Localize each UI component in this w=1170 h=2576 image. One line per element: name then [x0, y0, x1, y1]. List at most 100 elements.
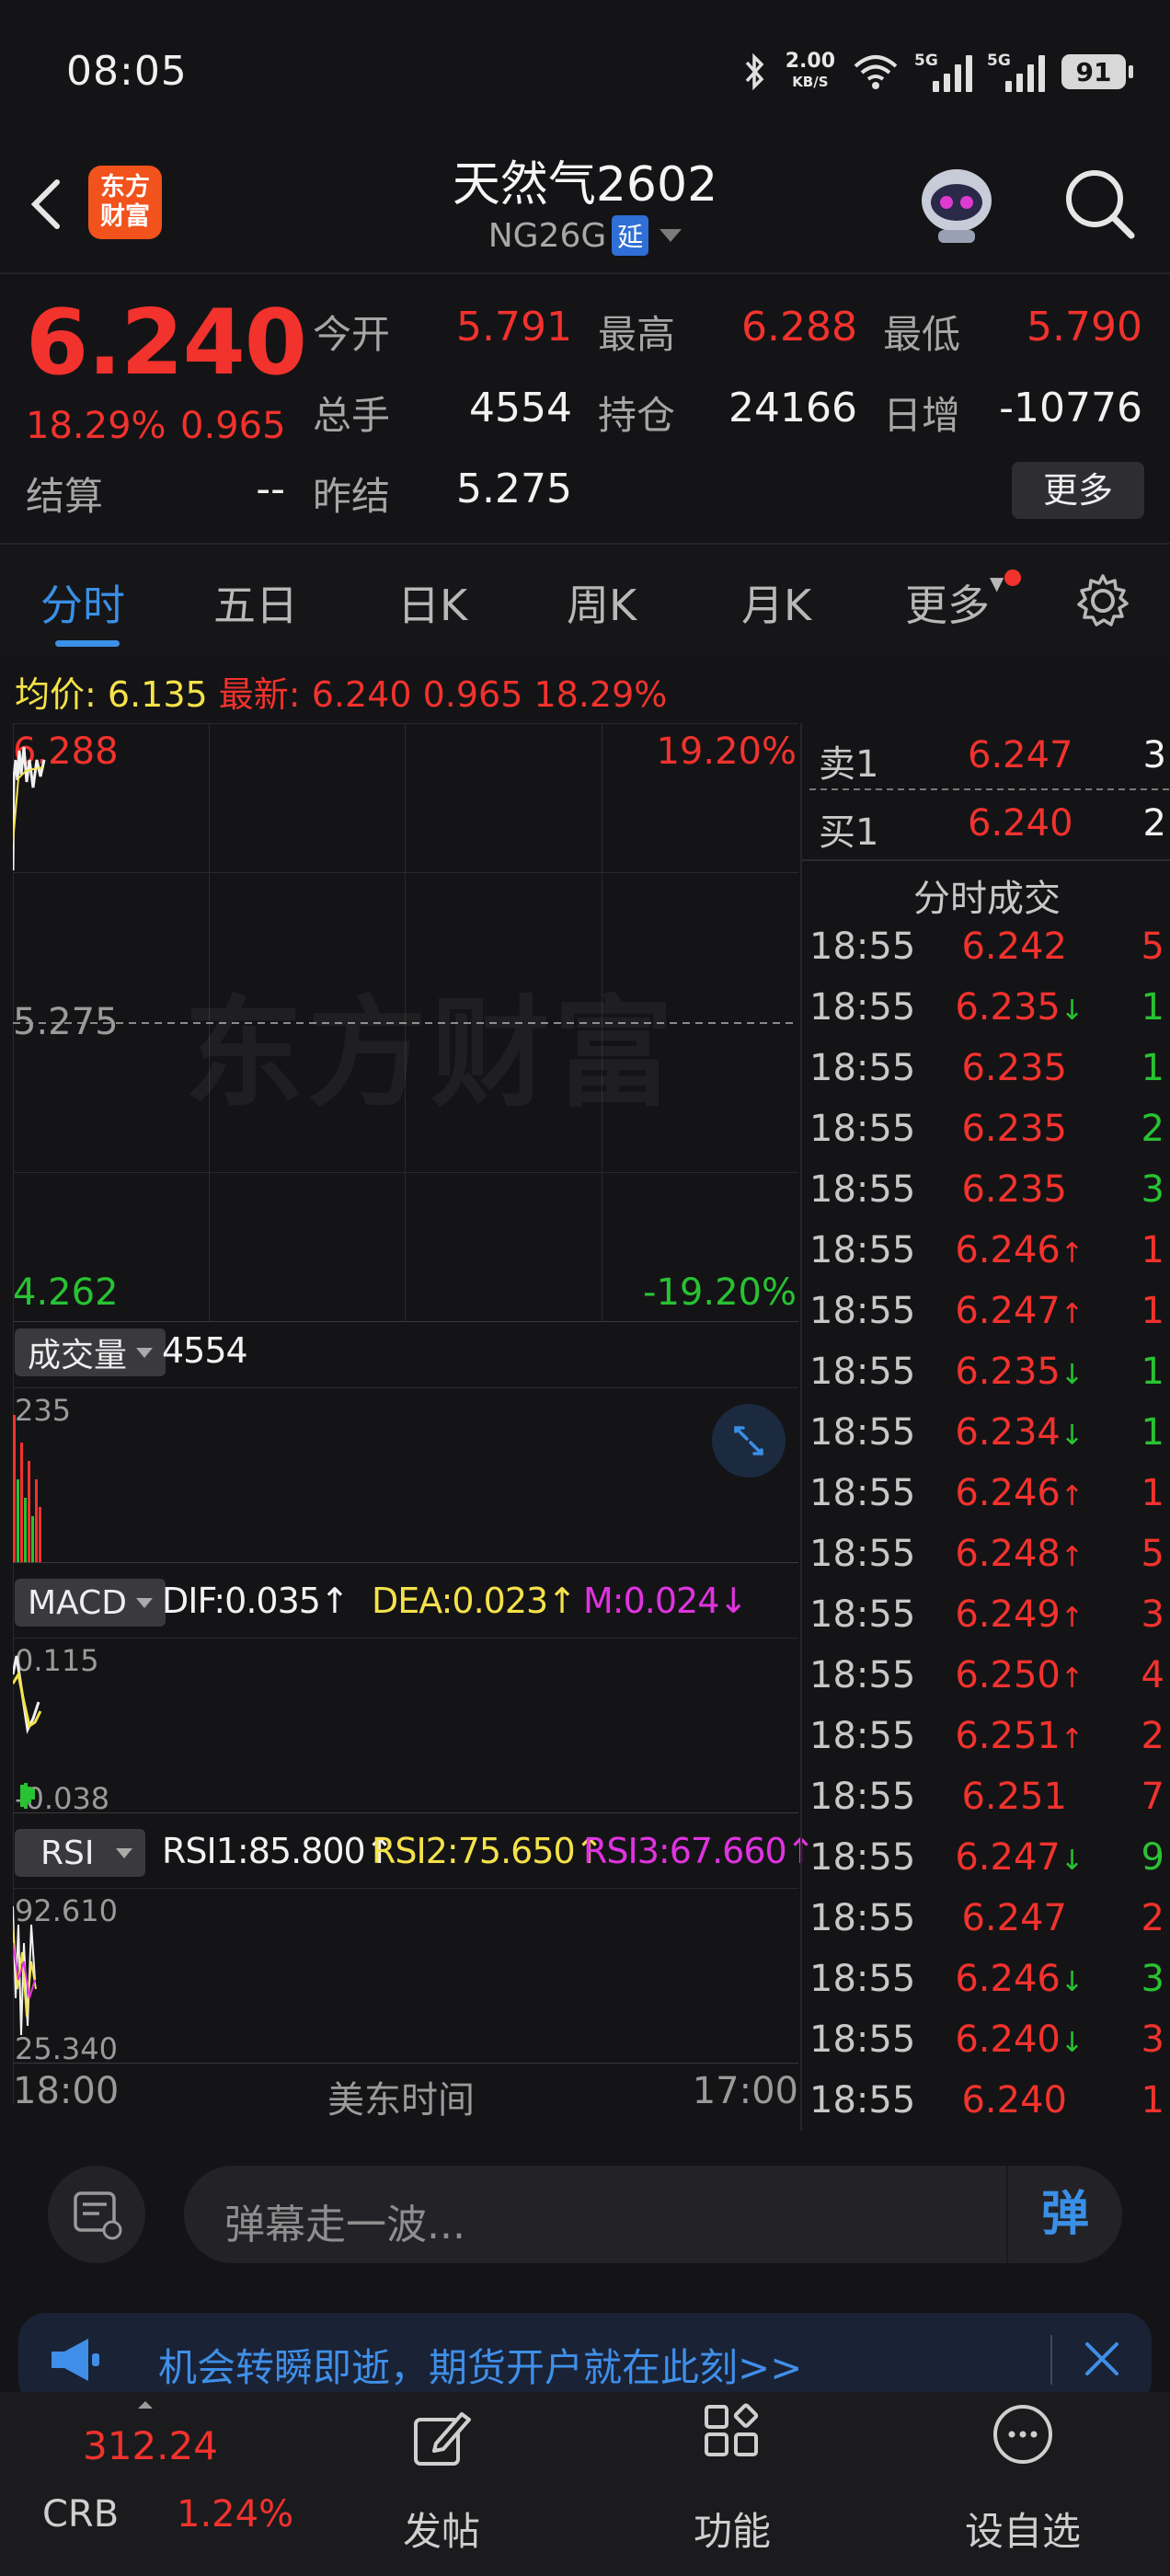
- ask-volume: 3: [1142, 734, 1166, 776]
- trade-price: 6.235: [961, 1168, 1084, 1211]
- trade-price-value: 6.235: [961, 1168, 1067, 1211]
- trade-time: 18:55: [809, 1229, 916, 1271]
- trade-price-value: 6.235: [955, 986, 1061, 1029]
- grid-line: [13, 1888, 798, 1889]
- trade-price-value: 6.247: [955, 1836, 1061, 1879]
- trade-price: 6.251↑: [955, 1715, 1084, 1757]
- delay-badge: 延: [612, 215, 649, 256]
- trade-direction-icon: ↓: [1060, 995, 1084, 1027]
- banner-divider: [1050, 2335, 1052, 2385]
- tab-more[interactable]: 更多▼: [905, 572, 1004, 633]
- grid-line: [13, 2063, 798, 2064]
- ticks-title: 分时成交: [913, 878, 1061, 920]
- intraday-chart[interactable]: 东方财富 6.288 19.20% 5.275 4.262 -19.20% 成交…: [0, 723, 816, 2131]
- axis-bottom-price: 4.262: [13, 1271, 119, 1314]
- trade-direction-icon: ↑: [1060, 1298, 1084, 1330]
- trade-row: 18:55 6.248↑ 5: [809, 1533, 1170, 1593]
- tab-more-label: 更多: [905, 581, 990, 630]
- trade-time: 18:55: [809, 1411, 916, 1454]
- last-price: 6.240: [26, 291, 307, 396]
- battery-icon: 91: [1061, 54, 1133, 89]
- volume-value: 4554: [469, 385, 572, 431]
- volume-label: 总手: [313, 393, 391, 438]
- macd-selector[interactable]: MACD: [15, 1579, 166, 1627]
- grid-line: [13, 1812, 798, 1813]
- trade-volume: 5: [1141, 926, 1164, 968]
- macd-m: M:0.024↓: [583, 1581, 748, 1621]
- tab-intraday[interactable]: 分时: [40, 572, 125, 633]
- grid-line: [13, 1638, 798, 1639]
- order-book-panel: 卖1 6.247 3 买1 6.240 2 分时成交 18:55 6.242 5 18…: [800, 723, 1170, 2131]
- trade-time: 18:55: [809, 1351, 916, 1393]
- trade-volume: 1: [1141, 2079, 1164, 2122]
- crb-value: 312.24: [83, 2423, 218, 2468]
- more-quote-button[interactable]: 更多: [1012, 462, 1144, 519]
- trade-price: 6.235: [961, 1047, 1084, 1089]
- trade-row: 18:55 6.249↑ 3: [809, 1593, 1170, 1654]
- trade-direction-icon: ↑: [1060, 1723, 1084, 1755]
- fullscreen-button[interactable]: [712, 1404, 786, 1478]
- dropdown-icon: [116, 1847, 133, 1858]
- trade-row: 18:55 6.251 7: [809, 1776, 1170, 1836]
- ask-label: 卖1: [819, 743, 879, 786]
- avg-price-value: 6.135: [107, 674, 208, 715]
- cell-signal-icon: 5G: [987, 52, 1045, 92]
- settle-value: --: [256, 466, 285, 512]
- trade-price-value: 6.251: [961, 1776, 1067, 1818]
- trade-price-value: 6.235: [955, 1351, 1061, 1393]
- status-clock: 08:05: [66, 48, 188, 95]
- book-divider: [809, 788, 1170, 790]
- trade-volume: 2: [1141, 1715, 1164, 1757]
- trade-time: 18:55: [809, 1715, 916, 1757]
- trade-price: 6.246↑: [955, 1472, 1084, 1514]
- trade-direction-icon: ↓: [1060, 1966, 1084, 1998]
- more-circle-icon: [993, 2405, 1052, 2464]
- trade-price: 6.235: [961, 1108, 1084, 1150]
- trade-time: 18:55: [809, 926, 916, 968]
- comment-list-button[interactable]: [48, 2166, 145, 2263]
- tab-more-arrow-icon: ▼: [990, 572, 1004, 594]
- search-button[interactable]: [1058, 162, 1141, 245]
- trade-row: 18:55 6.247 2: [809, 1897, 1170, 1958]
- rsi-2: RSI2:75.650↑: [372, 1831, 604, 1871]
- low-label: 最低: [883, 312, 961, 357]
- settings-gear-icon[interactable]: [1072, 570, 1133, 631]
- trade-price-value: 6.246: [955, 1229, 1061, 1271]
- signal-2-label: 5G: [987, 52, 1011, 70]
- nav-function-label: 功能: [693, 2509, 771, 2554]
- tab-five-day[interactable]: 五日: [213, 572, 298, 633]
- tab-monthly-k[interactable]: 月K: [741, 572, 811, 633]
- trade-volume: 7: [1141, 1776, 1164, 1818]
- assistant-avatar[interactable]: [911, 156, 1003, 248]
- trade-volume: 1: [1141, 1290, 1164, 1332]
- tab-weekly-k[interactable]: 周K: [567, 572, 637, 633]
- trade-row: 18:55 6.246↑ 1: [809, 1472, 1170, 1533]
- contract-code: NG26G: [488, 216, 607, 255]
- close-icon: [1085, 2342, 1118, 2375]
- trade-time: 18:55: [809, 1472, 916, 1514]
- trade-time: 18:55: [809, 986, 916, 1029]
- rsi-selector-label: RSI: [40, 1834, 95, 1872]
- danmaku-toggle-button[interactable]: 弹: [1006, 2166, 1122, 2263]
- tab-daily-k[interactable]: 日K: [397, 572, 467, 633]
- open-label: 今开: [313, 312, 391, 357]
- banner-close-button[interactable]: [1074, 2331, 1130, 2386]
- price-line: [13, 746, 46, 871]
- volume-selector[interactable]: 成交量: [15, 1328, 166, 1376]
- trade-row: 18:55 6.247↑ 1: [809, 1290, 1170, 1351]
- volume-total: 4554: [162, 1330, 248, 1371]
- robot-icon: [922, 169, 992, 243]
- trade-price-value: 6.246: [955, 1472, 1061, 1514]
- notification-dot: [1004, 569, 1021, 586]
- trade-row: 18:55 6.240↓ 3: [809, 2018, 1170, 2079]
- rsi-selector[interactable]: RSI: [15, 1829, 146, 1877]
- bid-price: 6.240: [968, 802, 1073, 845]
- trade-direction-icon: ↑: [1060, 1237, 1084, 1270]
- trade-time: 18:55: [809, 2018, 916, 2061]
- trade-time: 18:55: [809, 1047, 916, 1089]
- trade-volume: 1: [1141, 1351, 1164, 1393]
- danmaku-input[interactable]: 弹幕走一波... 弹: [184, 2166, 1122, 2263]
- crb-index[interactable]: 312.24 CRB 1.24%: [0, 2392, 313, 2576]
- caret-up-icon: [138, 2401, 153, 2409]
- settle-label: 结算: [26, 474, 104, 519]
